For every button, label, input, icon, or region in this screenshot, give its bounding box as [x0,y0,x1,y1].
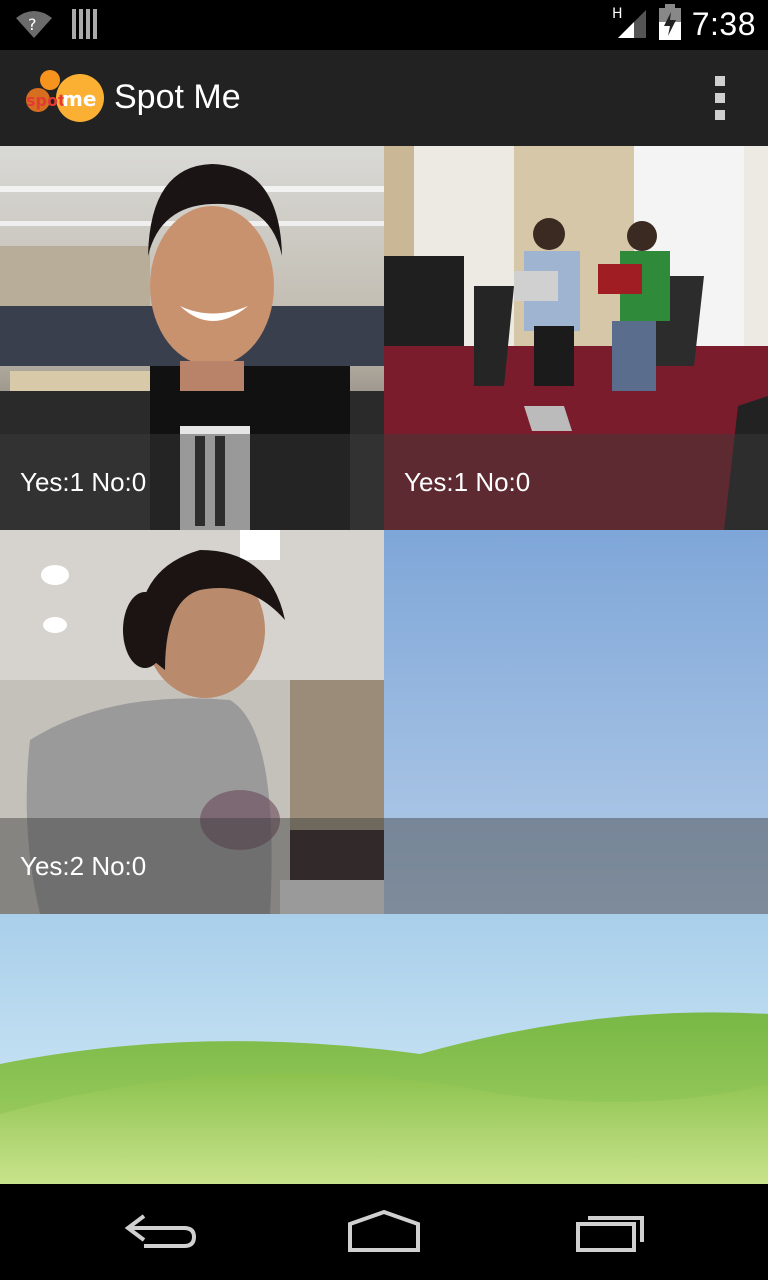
app-logo[interactable]: spot me [24,68,106,124]
status-bar: ? H 7:38 [0,0,768,50]
navigation-bar [0,1184,768,1280]
svg-text:spot: spot [26,91,66,110]
wifi-unknown-icon: ? [14,8,54,45]
svg-text:?: ? [28,15,37,34]
vote-count-label: Yes:1 No:0 [20,467,147,497]
svg-text:H: H [612,6,623,22]
photo-tile[interactable]: Yes:2 No:0 [0,530,384,914]
photo-grid: Yes:1 No:0 Yes:1 No:0 Yes:2 No:0 [0,146,768,1184]
home-icon[interactable] [334,1206,434,1258]
photo-tile[interactable]: Yes:1 No:0 [0,146,384,530]
back-icon[interactable] [114,1206,214,1258]
svg-text:me: me [62,87,96,111]
status-time: 7:38 [691,6,756,42]
more-vertical-icon[interactable] [708,76,732,120]
battery-icon [658,4,682,45]
recent-apps-icon[interactable] [560,1206,660,1258]
app-title: Spot Me [114,78,241,116]
photo-tile[interactable] [384,530,768,914]
signal-h-icon: H [612,4,648,45]
photo-image [0,914,768,1184]
vote-count-label: Yes:2 No:0 [20,851,147,881]
photo-tile[interactable] [0,914,768,1184]
notification-bars-icon [72,9,98,44]
action-bar: spot me Spot Me [0,50,768,148]
vote-count-label: Yes:1 No:0 [404,467,531,497]
photo-tile[interactable]: Yes:1 No:0 [384,146,768,530]
